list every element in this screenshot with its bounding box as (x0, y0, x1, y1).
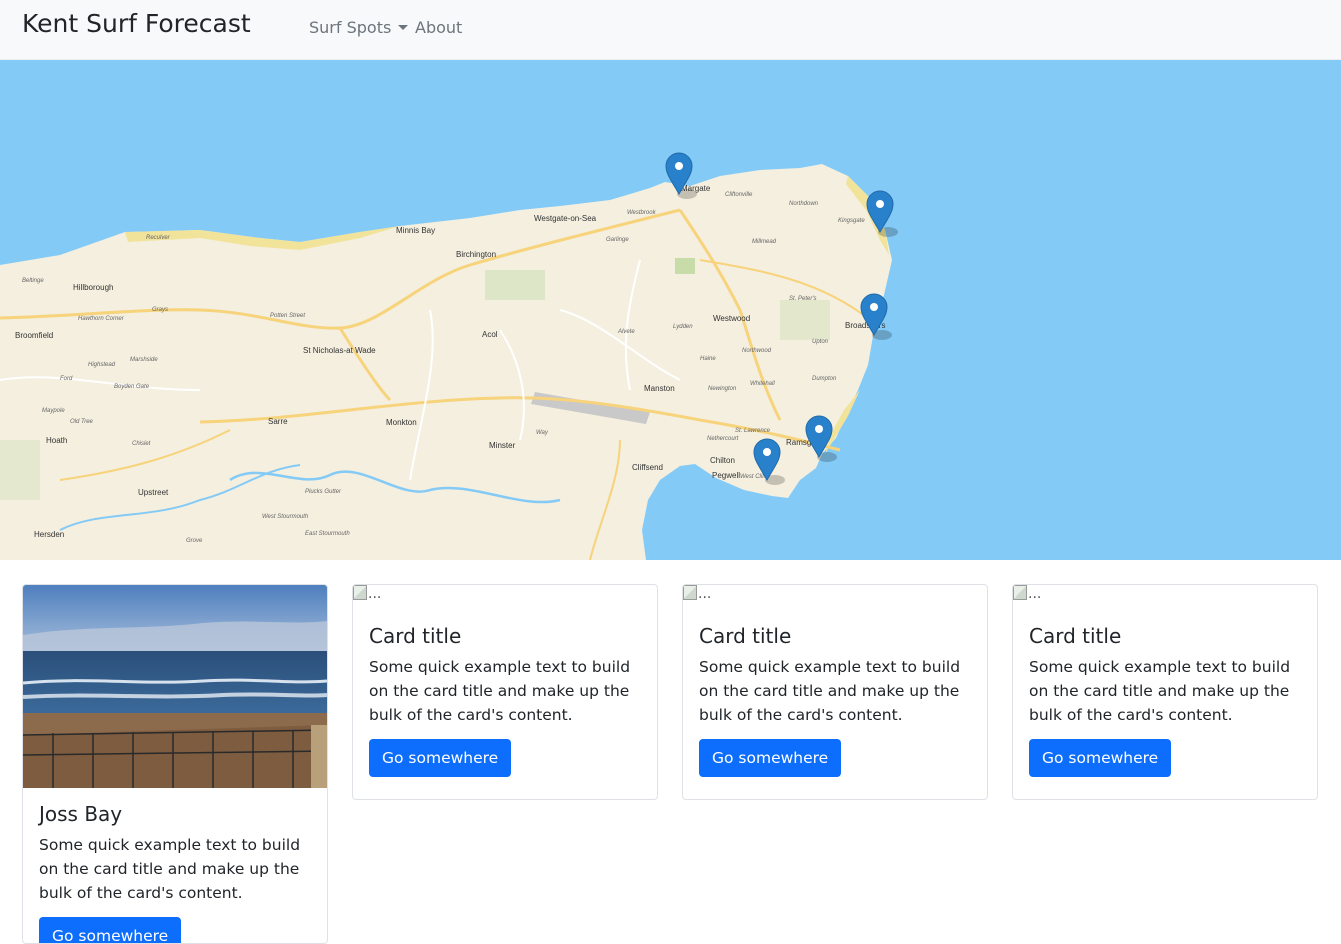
map-label: Hersden (34, 530, 64, 539)
map-river (646, 500, 680, 560)
spot-card: ... Card title Some quick example text t… (1012, 584, 1318, 800)
map-park (780, 300, 830, 340)
map-label: Cliffsend (632, 463, 663, 472)
map-label: Reculver (146, 235, 171, 241)
broken-image-icon (683, 585, 697, 600)
map-label: Manston (644, 384, 675, 393)
map-label: Broomfield (15, 331, 53, 340)
map-label: Newington (708, 386, 737, 392)
map-label: Dumpton (812, 376, 837, 382)
navbar: Kent Surf Forecast Surf Spots About (0, 0, 1341, 60)
map-park (675, 258, 695, 274)
card-text: Some quick example text to build on the … (39, 836, 301, 902)
map-label: Minnis Bay (396, 226, 435, 235)
map-label: West Cliff (740, 474, 767, 480)
map-label: Plucks Gutter (305, 489, 342, 495)
map-label: Upton (812, 339, 829, 345)
card-body: Joss Bay Some quick example text to buil… (39, 801, 313, 943)
card-body: Card title Some quick example text to bu… (699, 623, 973, 777)
surf-spots-dropdown[interactable]: Surf Spots (309, 17, 409, 39)
about-link[interactable]: About (415, 17, 462, 39)
card-title: Card title (1029, 624, 1122, 648)
caret-down-icon (398, 25, 409, 30)
map-label: St. Peter's (789, 296, 817, 302)
map-label: St Nicholas-at Wade (303, 346, 376, 355)
map-label: Garlinge (606, 237, 629, 243)
map-label: Hoath (46, 436, 67, 445)
card-text: Some quick example text to build on the … (1029, 658, 1291, 724)
surf-spots-label: Surf Spots (309, 18, 392, 37)
card-text: Some quick example text to build on the … (369, 658, 631, 724)
go-somewhere-button[interactable]: Go somewhere (1029, 739, 1172, 777)
card-image-placeholder: ... (1013, 585, 1041, 603)
map-label: Grove (186, 538, 203, 544)
brand-link[interactable]: Kent Surf Forecast (22, 8, 251, 40)
card-image (23, 585, 327, 788)
map-label: Westbrook (627, 210, 657, 216)
map-label: East Stourmouth (305, 531, 350, 537)
map-label: St. Lawrence (735, 428, 771, 434)
spot-card: Joss Bay Some quick example text to buil… (22, 584, 328, 944)
map-label: West Stourmouth (262, 514, 309, 520)
map-label: Whitehall (750, 381, 775, 387)
map-label: Chilton (710, 456, 735, 465)
map-park (0, 440, 40, 500)
map-label: Acol (482, 330, 498, 339)
map-label: Northdown (789, 201, 819, 207)
map-label: Cliftonville (725, 192, 753, 198)
map-label: Marshside (130, 357, 158, 363)
map-label: Nethercourt (707, 436, 739, 442)
card-title: Joss Bay (39, 802, 123, 826)
map-label: Upstreet (138, 488, 169, 497)
map-canvas: Margate Westgate-on-Sea Minnis Bay Birch… (0, 152, 898, 560)
map-label: Lydden (673, 324, 693, 330)
map-label: Alvete (617, 329, 635, 335)
map-label: Kingsgate (838, 218, 865, 224)
map-label: Highstead (88, 362, 116, 368)
surf-map[interactable]: Margate Westgate-on-Sea Minnis Bay Birch… (0, 60, 1341, 560)
map-label: Millmead (752, 239, 777, 245)
map-label: Boyden Gate (114, 384, 150, 390)
map-park (485, 270, 545, 300)
image-alt-text: ... (368, 586, 382, 602)
map-label: Potten Street (270, 313, 305, 319)
spot-card: ... Card title Some quick example text t… (352, 584, 658, 800)
card-image-placeholder: ... (683, 585, 711, 603)
go-somewhere-button[interactable]: Go somewhere (369, 739, 512, 777)
card-title: Card title (369, 624, 462, 648)
card-text: Some quick example text to build on the … (699, 658, 961, 724)
map-label: Westwood (713, 314, 750, 323)
map-label: Ford (60, 376, 73, 382)
spot-card: ... Card title Some quick example text t… (682, 584, 988, 800)
map-label: Minster (489, 441, 516, 450)
map-label: Grays (152, 307, 168, 313)
map-label: Birchington (456, 250, 496, 259)
map-label: Hillborough (73, 283, 113, 292)
broken-image-icon (1013, 585, 1027, 600)
card-body: Card title Some quick example text to bu… (1029, 623, 1303, 777)
map-label: Hawthorn Corner (78, 316, 125, 322)
map-label: Haine (700, 356, 716, 362)
map-label: Old Tree (70, 419, 94, 425)
map-label: Sarre (268, 417, 288, 426)
map-label: Way (536, 430, 549, 436)
broken-image-icon (353, 585, 367, 600)
go-somewhere-button[interactable]: Go somewhere (39, 917, 182, 943)
map-label: Beltinge (22, 278, 44, 284)
map-label: Chislet (132, 441, 151, 447)
card-title: Card title (699, 624, 792, 648)
image-alt-text: ... (1028, 586, 1042, 602)
map-label: Maypole (42, 408, 65, 414)
card-body: Card title Some quick example text to bu… (369, 623, 643, 777)
card-image-placeholder: ... (353, 585, 381, 603)
map-label: Northwood (742, 348, 772, 354)
go-somewhere-button[interactable]: Go somewhere (699, 739, 842, 777)
map-label: Westgate-on-Sea (534, 214, 597, 223)
image-alt-text: ... (698, 586, 712, 602)
map-label: Pegwell (712, 471, 740, 480)
map-label: Monkton (386, 418, 417, 427)
